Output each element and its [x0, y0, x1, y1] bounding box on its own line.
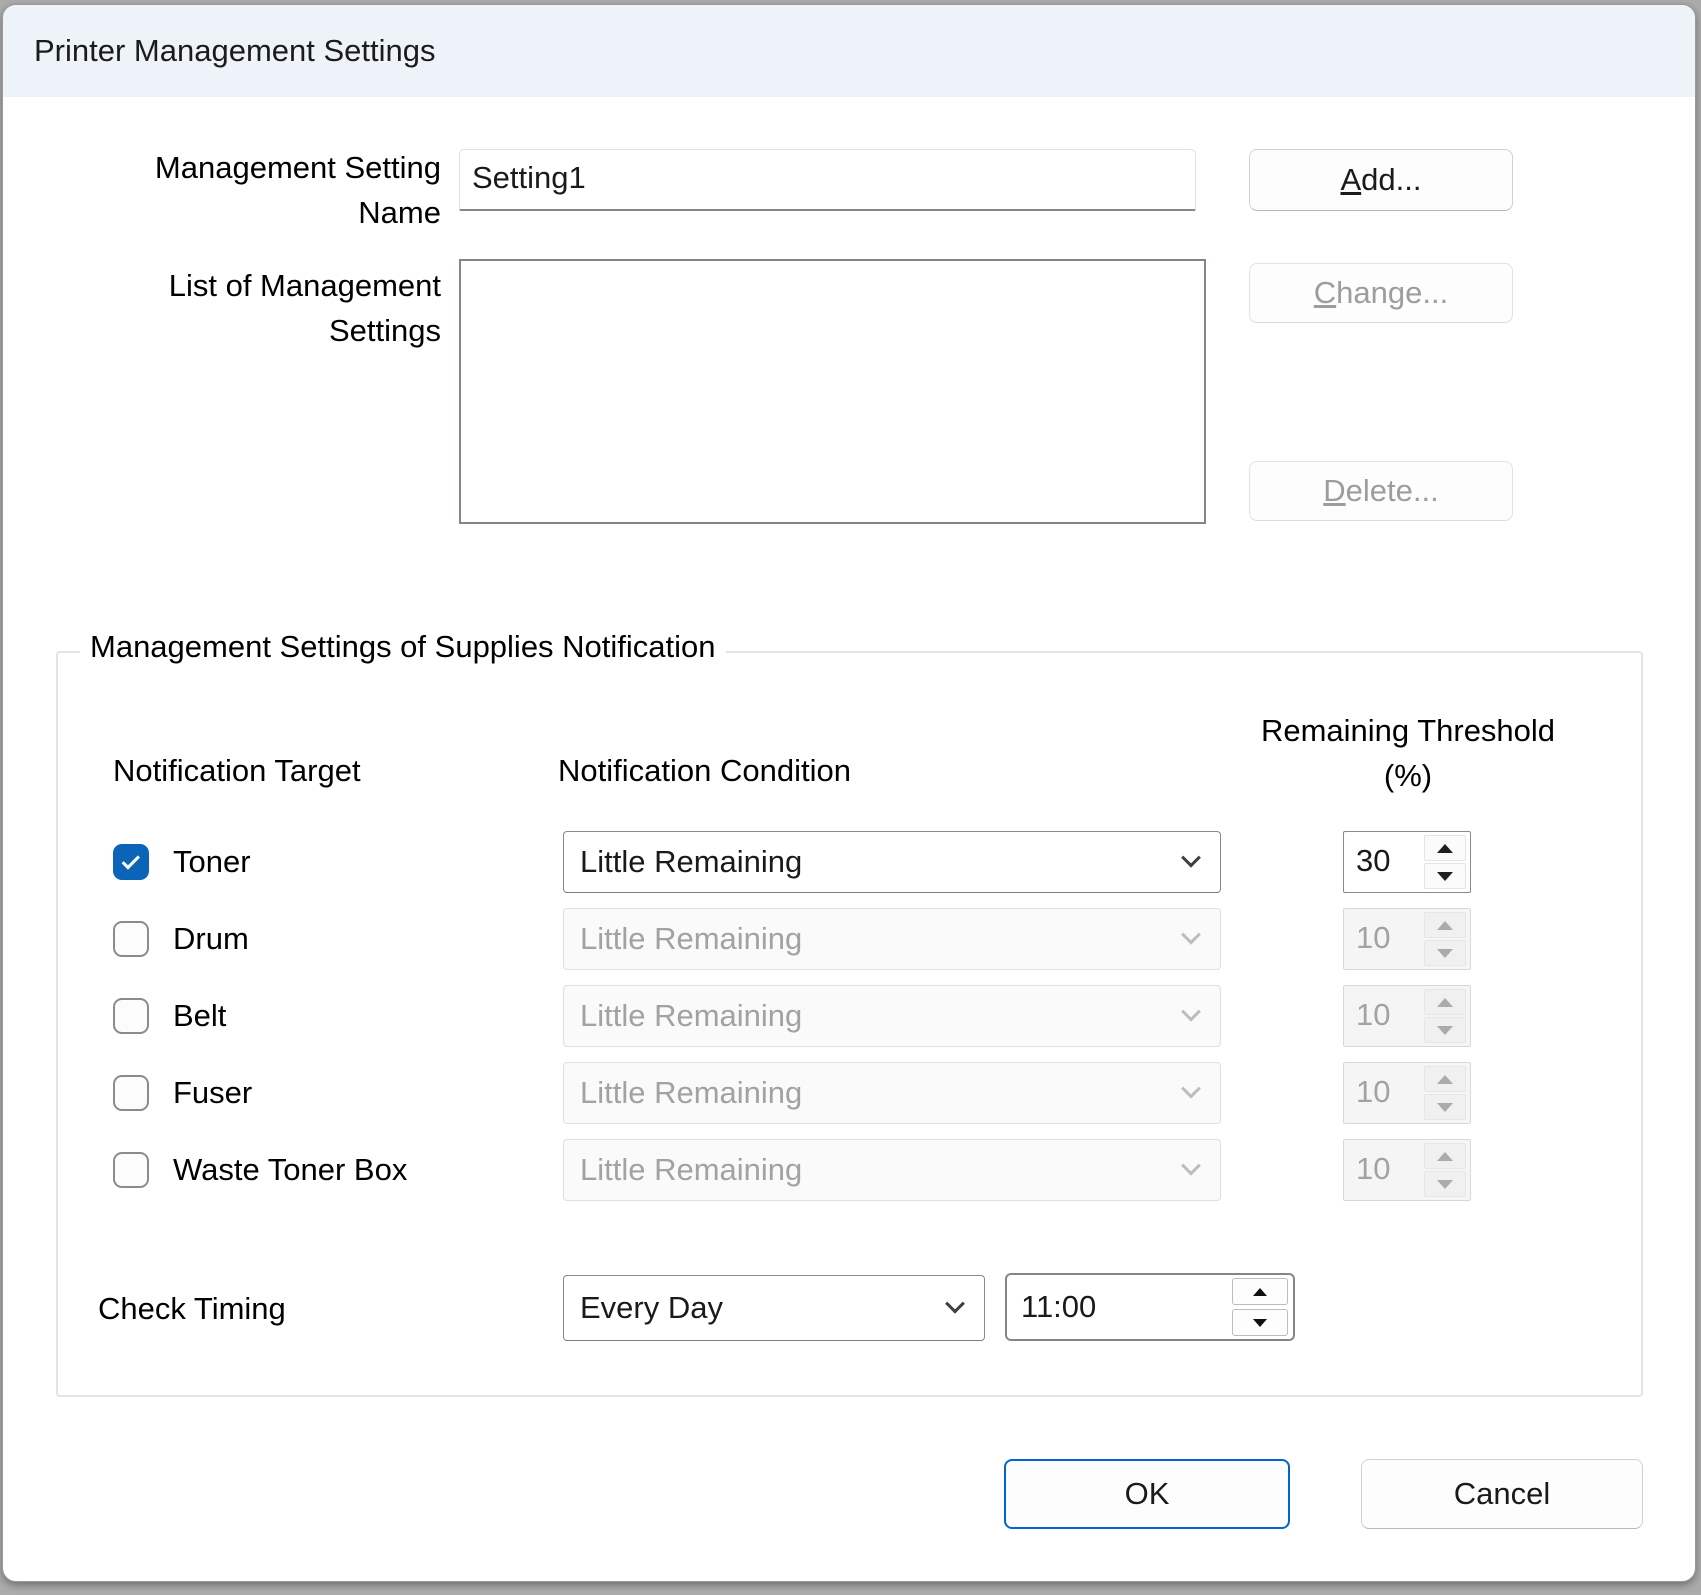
toner-label: Toner: [173, 831, 251, 893]
chevron-down-icon: [1181, 848, 1201, 868]
drum-threshold-value: 10: [1344, 909, 1420, 969]
belt-threshold-spinner: 10: [1343, 985, 1471, 1047]
arrow-down-icon: [1437, 872, 1453, 881]
notification-target-header: Notification Target: [113, 753, 361, 789]
waste-toner-box-condition-value: Little Remaining: [580, 1152, 802, 1188]
chevron-down-icon: [1181, 925, 1201, 945]
waste-toner-box-threshold-down-button[interactable]: [1424, 1171, 1466, 1197]
fuser-label: Fuser: [173, 1062, 252, 1124]
supplies-notification-group: Management Settings of Supplies Notifica…: [56, 651, 1643, 1397]
supplies-group-legend: Management Settings of Supplies Notifica…: [80, 629, 726, 665]
drum-condition-value: Little Remaining: [580, 921, 802, 957]
belt-condition-select[interactable]: Little Remaining: [563, 985, 1221, 1047]
waste-toner-box-threshold-spinner: 10: [1343, 1139, 1471, 1201]
belt-checkbox[interactable]: [113, 998, 149, 1034]
arrow-down-icon: [1437, 1026, 1453, 1035]
chevron-down-icon: [1181, 1079, 1201, 1099]
management-settings-listbox[interactable]: [459, 259, 1206, 524]
toner-threshold-down-button[interactable]: [1424, 863, 1466, 889]
toner-condition-value: Little Remaining: [580, 844, 802, 880]
change-button-label: Change...: [1314, 275, 1448, 311]
arrow-down-icon: [1437, 949, 1453, 958]
waste-toner-box-threshold-up-button[interactable]: [1424, 1143, 1466, 1169]
arrow-up-icon: [1437, 998, 1453, 1007]
fuser-checkbox[interactable]: [113, 1075, 149, 1111]
fuser-condition-select[interactable]: Little Remaining: [563, 1062, 1221, 1124]
add-button[interactable]: Add...: [1249, 149, 1513, 211]
drum-checkbox[interactable]: [113, 921, 149, 957]
arrow-up-icon: [1253, 1288, 1267, 1296]
belt-condition-value: Little Remaining: [580, 998, 802, 1034]
chevron-down-icon: [1181, 1156, 1201, 1176]
window-title: Printer Management Settings: [34, 33, 436, 69]
supplies-rows: Toner Little Remaining 30 Drum: [113, 831, 1603, 1216]
ok-button[interactable]: OK: [1004, 1459, 1290, 1529]
fuser-condition-value: Little Remaining: [580, 1075, 802, 1111]
chevron-down-icon: [945, 1294, 965, 1314]
delete-button-label: Delete...: [1323, 473, 1438, 509]
change-button[interactable]: Change...: [1249, 263, 1513, 323]
notification-condition-header: Notification Condition: [558, 753, 851, 789]
add-button-label: Add...: [1340, 162, 1421, 198]
waste-toner-box-label: Waste Toner Box: [173, 1139, 407, 1201]
remaining-threshold-header: Remaining Threshold (%): [1253, 708, 1563, 798]
title-bar: Printer Management Settings: [3, 5, 1695, 97]
belt-threshold-value: 10: [1344, 986, 1420, 1046]
arrow-down-icon: [1437, 1180, 1453, 1189]
drum-threshold-down-button[interactable]: [1424, 940, 1466, 966]
drum-label: Drum: [173, 908, 249, 970]
time-down-button[interactable]: [1232, 1309, 1288, 1336]
printer-management-settings-dialog: Printer Management Settings Management S…: [2, 4, 1696, 1582]
supply-row-fuser: Fuser Little Remaining 10: [113, 1062, 1603, 1124]
management-setting-name-input[interactable]: [459, 149, 1196, 211]
arrow-up-icon: [1437, 844, 1453, 853]
fuser-threshold-down-button[interactable]: [1424, 1094, 1466, 1120]
toner-threshold-up-button[interactable]: [1424, 835, 1466, 861]
toner-checkbox[interactable]: [113, 844, 149, 880]
waste-toner-box-threshold-value: 10: [1344, 1140, 1420, 1200]
drum-condition-select[interactable]: Little Remaining: [563, 908, 1221, 970]
supply-row-belt: Belt Little Remaining 10: [113, 985, 1603, 1047]
check-timing-frequency-select[interactable]: Every Day: [563, 1275, 985, 1341]
toner-condition-select[interactable]: Little Remaining: [563, 831, 1221, 893]
drum-threshold-up-button[interactable]: [1424, 912, 1466, 938]
supply-row-drum: Drum Little Remaining 10: [113, 908, 1603, 970]
belt-label: Belt: [173, 985, 226, 1047]
fuser-threshold-spinner: 10: [1343, 1062, 1471, 1124]
check-timing-label: Check Timing: [98, 1291, 286, 1327]
cancel-button-label: Cancel: [1454, 1476, 1551, 1512]
arrow-up-icon: [1437, 1152, 1453, 1161]
toner-threshold-spinner: 30: [1343, 831, 1471, 893]
check-timing-frequency-value: Every Day: [580, 1290, 723, 1326]
chevron-down-icon: [1181, 1002, 1201, 1022]
fuser-threshold-up-button[interactable]: [1424, 1066, 1466, 1092]
ok-button-label: OK: [1125, 1476, 1170, 1512]
fuser-threshold-value: 10: [1344, 1063, 1420, 1123]
time-up-button[interactable]: [1232, 1278, 1288, 1305]
cancel-button[interactable]: Cancel: [1361, 1459, 1643, 1529]
waste-toner-box-checkbox[interactable]: [113, 1152, 149, 1188]
arrow-down-icon: [1437, 1103, 1453, 1112]
delete-button[interactable]: Delete...: [1249, 461, 1513, 521]
supply-row-waste-toner-box: Waste Toner Box Little Remaining 10: [113, 1139, 1603, 1201]
belt-threshold-up-button[interactable]: [1424, 989, 1466, 1015]
list-of-management-settings-label: List of Management Settings: [111, 263, 441, 353]
toner-threshold-value: 30: [1344, 832, 1420, 892]
check-timing-time-value: 11:00: [1007, 1289, 1232, 1325]
belt-threshold-down-button[interactable]: [1424, 1017, 1466, 1043]
supply-row-toner: Toner Little Remaining 30: [113, 831, 1603, 893]
waste-toner-box-condition-select[interactable]: Little Remaining: [563, 1139, 1221, 1201]
management-setting-name-label: Management Setting Name: [111, 145, 441, 235]
drum-threshold-spinner: 10: [1343, 908, 1471, 970]
arrow-up-icon: [1437, 921, 1453, 930]
check-timing-time-spinner: 11:00: [1005, 1273, 1295, 1341]
arrow-down-icon: [1253, 1319, 1267, 1327]
checkmark-icon: [121, 851, 139, 869]
arrow-up-icon: [1437, 1075, 1453, 1084]
